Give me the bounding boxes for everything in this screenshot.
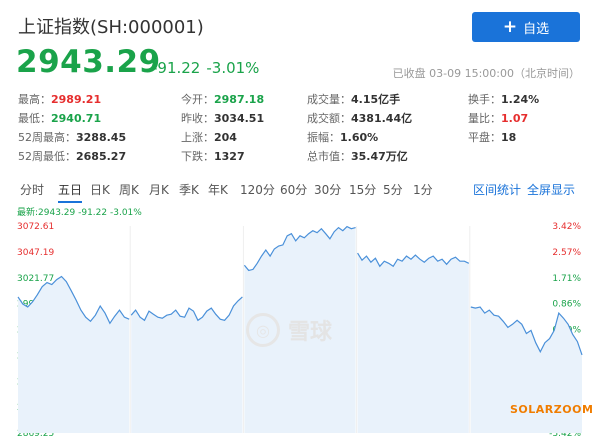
stat-value: 2940.71 [51,112,102,125]
stat-label: 52周最高： [18,131,76,144]
stat-value: 2987.18 [214,93,265,106]
tab-4[interactable]: 月K [149,181,169,201]
stat-label: 今开： [181,93,214,106]
stat-item: 上涨：204 [181,129,237,145]
stat-value: 1327 [214,150,245,163]
stats-grid: 最高：2989.21 今开：2987.18 成交量：4.15亿手 换手：1.24% 最低… [18,91,578,167]
tab-6[interactable]: 年K [208,181,228,201]
tab-3[interactable]: 周K [119,181,139,201]
stat-value: 2685.27 [76,150,127,163]
stat-label: 52周最低： [18,150,76,163]
stat-label: 成交额： [307,112,351,125]
stat-item: 振幅：1.60% [307,129,378,145]
change-percent: -3.01% [206,59,260,77]
tab-1[interactable]: 五日 [58,181,83,203]
market-status: 已收盘 03-09 15:00:00（北京时间） [392,67,580,80]
stat-label: 换手： [468,93,501,106]
stat-item: 下跌：1327 [181,148,245,164]
series-area-day-4 [357,253,469,433]
tab-7[interactable]: 120分 [240,181,275,201]
stat-item: 成交量：4.15亿手 [307,91,400,107]
stat-value: 1.24% [501,93,540,106]
snowball-logo-icon: ◎ [246,313,280,347]
solarzoom-logo: SOLARZOOM [510,403,594,416]
chart-period-tabs: 1分 5分 15分 30分 60分 120分 年K 季K 月K 周K 日K 五日 分时 区间统计 全屏显… [16,181,582,203]
watermark-text: 雪球 [288,320,333,345]
tab-10[interactable]: 15分 [349,181,376,201]
y-left-tick-label: 3072.61 [17,222,54,232]
stat-value: 18 [501,131,517,144]
tab-2[interactable]: 日K [90,181,110,201]
current-price: 2943.29 [16,44,161,80]
stat-item: 总市值：35.47万亿 [307,148,408,164]
plus-icon: + [502,16,518,37]
stat-value: 1.60% [340,131,379,144]
follow-label: 自选 [523,21,550,37]
watermark: ◎ 雪球 [246,313,332,347]
stat-label: 平盘： [468,131,501,144]
stat-item: 平盘：18 [468,129,516,145]
y-right-tick-label: 2.57% [552,248,581,258]
stat-value: 3288.45 [76,131,127,144]
series-area-day-1 [18,276,130,433]
stat-value: 4381.44亿 [351,112,413,125]
stat-label: 上涨： [181,131,214,144]
stat-row: 52周最高：3288.45 上涨：204 振幅：1.60% 平盘：18 [18,129,578,148]
add-to-watchlist-button[interactable]: + 自选 [472,12,580,42]
stat-item: 今开：2987.18 [181,91,264,107]
stat-value: 3034.51 [214,112,265,125]
stat-value: 1.07 [501,112,529,125]
stat-item: 成交额：4381.44亿 [307,110,412,126]
stat-label: 振幅： [307,131,340,144]
series-area-day-2 [131,296,243,433]
stat-value: 4.15亿手 [351,93,401,106]
stat-label: 下跌： [181,150,214,163]
stat-row: 最低：2940.71 昨收：3034.51 成交额：4381.44亿 量比：1.07 [18,110,578,129]
stat-label: 最高： [18,93,51,106]
stat-value: 35.47万亿 [351,150,408,163]
stat-item: 换手：1.24% [468,91,539,107]
tab-5[interactable]: 季K [179,181,199,201]
y-right-tick-label: 1.71% [552,274,581,284]
tab-8[interactable]: 60分 [280,181,307,201]
y-left-tick-label: 3047.19 [17,248,54,258]
stat-row: 52周最低：2685.27 下跌：1327 总市值：35.47万亿 [18,148,578,167]
stat-value: 2989.21 [51,93,102,106]
price-change: -91.22 -3.01% [152,59,259,77]
stock-title: 上证指数(SH:000001) [18,17,204,38]
range-stats-link[interactable]: 区间统计 [473,181,521,198]
tab-0[interactable]: 分时 [20,181,44,201]
stat-label: 成交量： [307,93,351,106]
tab-9[interactable]: 30分 [314,181,341,201]
stat-row: 最高：2989.21 今开：2987.18 成交量：4.15亿手 换手：1.24% [18,91,578,110]
stat-item: 最高：2989.21 [18,91,101,107]
stat-label: 总市值： [307,150,351,163]
y-right-tick-label: 0.86% [552,300,581,310]
stat-item: 52周最低：2685.27 [18,148,126,164]
change-value: -91.22 [152,59,201,77]
stat-item: 昨收：3034.51 [181,110,264,126]
stat-item: 量比：1.07 [468,110,528,126]
stat-label: 最低： [18,112,51,125]
fullscreen-link[interactable]: 全屏显示 [527,181,575,198]
stat-label: 昨收： [181,112,214,125]
stat-item: 52周最高：3288.45 [18,129,126,145]
y-right-tick-label: 3.42% [552,222,581,232]
y-left-tick-label: 3021.77 [17,274,54,284]
stat-label: 量比： [468,112,501,125]
stat-value: 204 [214,131,237,144]
tab-12[interactable]: 1分 [413,181,433,201]
stat-item: 最低：2940.71 [18,110,101,126]
tab-11[interactable]: 5分 [383,181,403,201]
